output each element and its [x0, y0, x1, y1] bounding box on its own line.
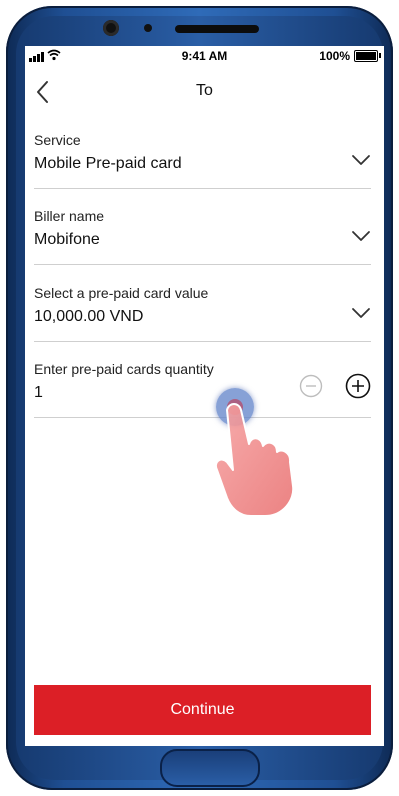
service-dropdown[interactable]: Service Mobile Pre-paid card: [34, 132, 371, 189]
quantity-label: Enter pre-paid cards quantity: [34, 361, 214, 377]
page-title: To: [196, 82, 213, 99]
status-bar: 9:41 AM 100%: [25, 46, 384, 66]
app-screen: 9:41 AM 100% To Service Mobile Pre-paid …: [25, 46, 384, 746]
battery-fill: [356, 52, 376, 60]
biller-dropdown[interactable]: Biller name Mobifone: [34, 208, 371, 265]
proximity-sensor: [144, 24, 152, 32]
biller-value: Mobifone: [34, 231, 100, 248]
battery-percent: 100%: [319, 49, 350, 63]
card-value-dropdown[interactable]: Select a pre-paid card value 10,000.00 V…: [34, 285, 371, 342]
chevron-down-icon: [352, 155, 370, 165]
earpiece-speaker: [175, 25, 259, 33]
quantity-stepper: Enter pre-paid cards quantity 1: [34, 361, 371, 418]
battery-icon: [354, 50, 381, 62]
home-button[interactable]: [160, 749, 260, 787]
continue-button[interactable]: Continue: [34, 685, 371, 735]
plus-circle-icon[interactable]: [345, 373, 371, 399]
nav-bar: To: [25, 66, 384, 116]
card-value-value: 10,000.00 VND: [34, 308, 144, 325]
front-camera: [103, 20, 119, 36]
quantity-input[interactable]: 1: [34, 384, 43, 402]
pointing-hand-icon: [215, 403, 295, 517]
service-label: Service: [34, 132, 81, 148]
card-value-label: Select a pre-paid card value: [34, 285, 209, 301]
minus-circle-icon[interactable]: [299, 374, 323, 398]
biller-label: Biller name: [34, 208, 105, 224]
chevron-down-icon: [352, 308, 370, 318]
service-value: Mobile Pre-paid card: [34, 155, 182, 172]
chevron-down-icon: [352, 231, 370, 241]
